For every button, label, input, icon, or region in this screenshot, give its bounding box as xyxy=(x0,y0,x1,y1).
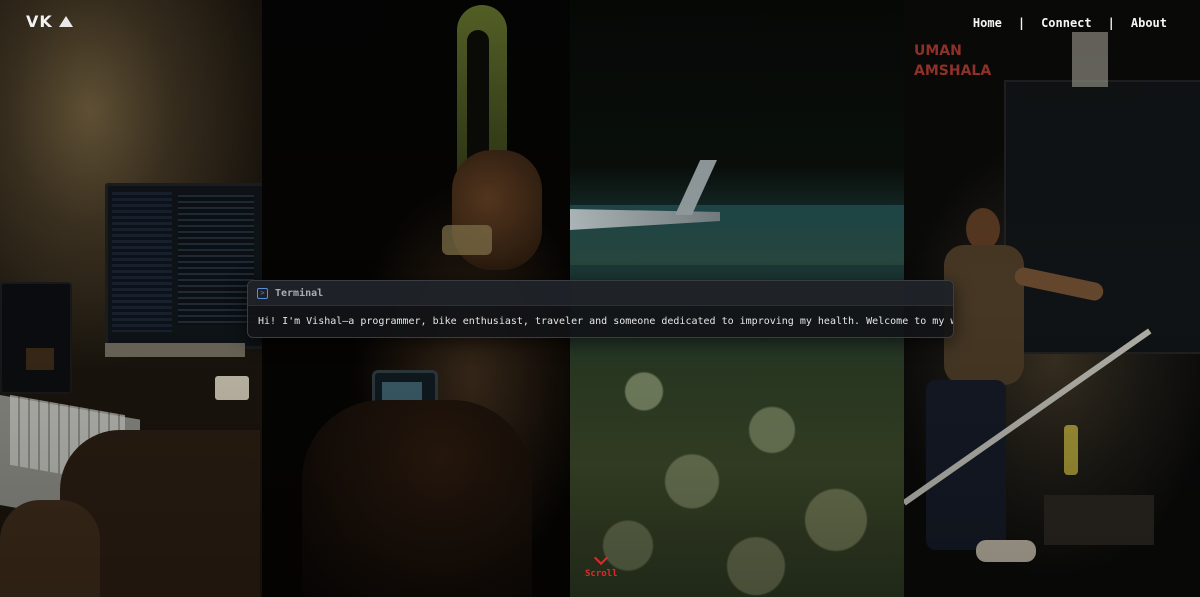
nav-connect-link[interactable]: Connect xyxy=(1041,16,1092,30)
gym-sign: UMAN AMSHALA xyxy=(904,40,1004,100)
terminal-message: Hi! I'm Vishal—a programmer, bike enthus… xyxy=(258,316,953,327)
chevron-down-icon xyxy=(594,550,609,566)
nav-home-link[interactable]: Home xyxy=(973,16,1002,30)
scroll-label: Scroll xyxy=(585,569,618,579)
gym-sign-line-1: UMAN xyxy=(914,43,962,59)
gym-sign-line-2: AMSHALA xyxy=(914,63,992,79)
photo-desk-panel xyxy=(0,0,262,597)
terminal-title: Terminal xyxy=(275,287,324,299)
terminal-window: > Terminal Hi! I'm Vishal—a programmer, … xyxy=(247,280,954,338)
site-logo[interactable]: VK xyxy=(26,12,73,31)
triangle-mark-icon xyxy=(58,16,73,27)
scroll-indicator[interactable]: Scroll xyxy=(585,550,618,579)
nav-separator: | xyxy=(1107,16,1115,30)
hero-page: UMAN AMSHALA VK Home | Connect | About >… xyxy=(0,0,1200,597)
top-nav: Home | Connect | About xyxy=(973,16,1167,30)
terminal-header: > Terminal xyxy=(248,281,953,306)
logo-text: VK xyxy=(26,12,53,31)
nav-about-link[interactable]: About xyxy=(1131,16,1167,30)
terminal-icon: > xyxy=(257,287,268,299)
nav-separator: | xyxy=(1017,16,1026,30)
